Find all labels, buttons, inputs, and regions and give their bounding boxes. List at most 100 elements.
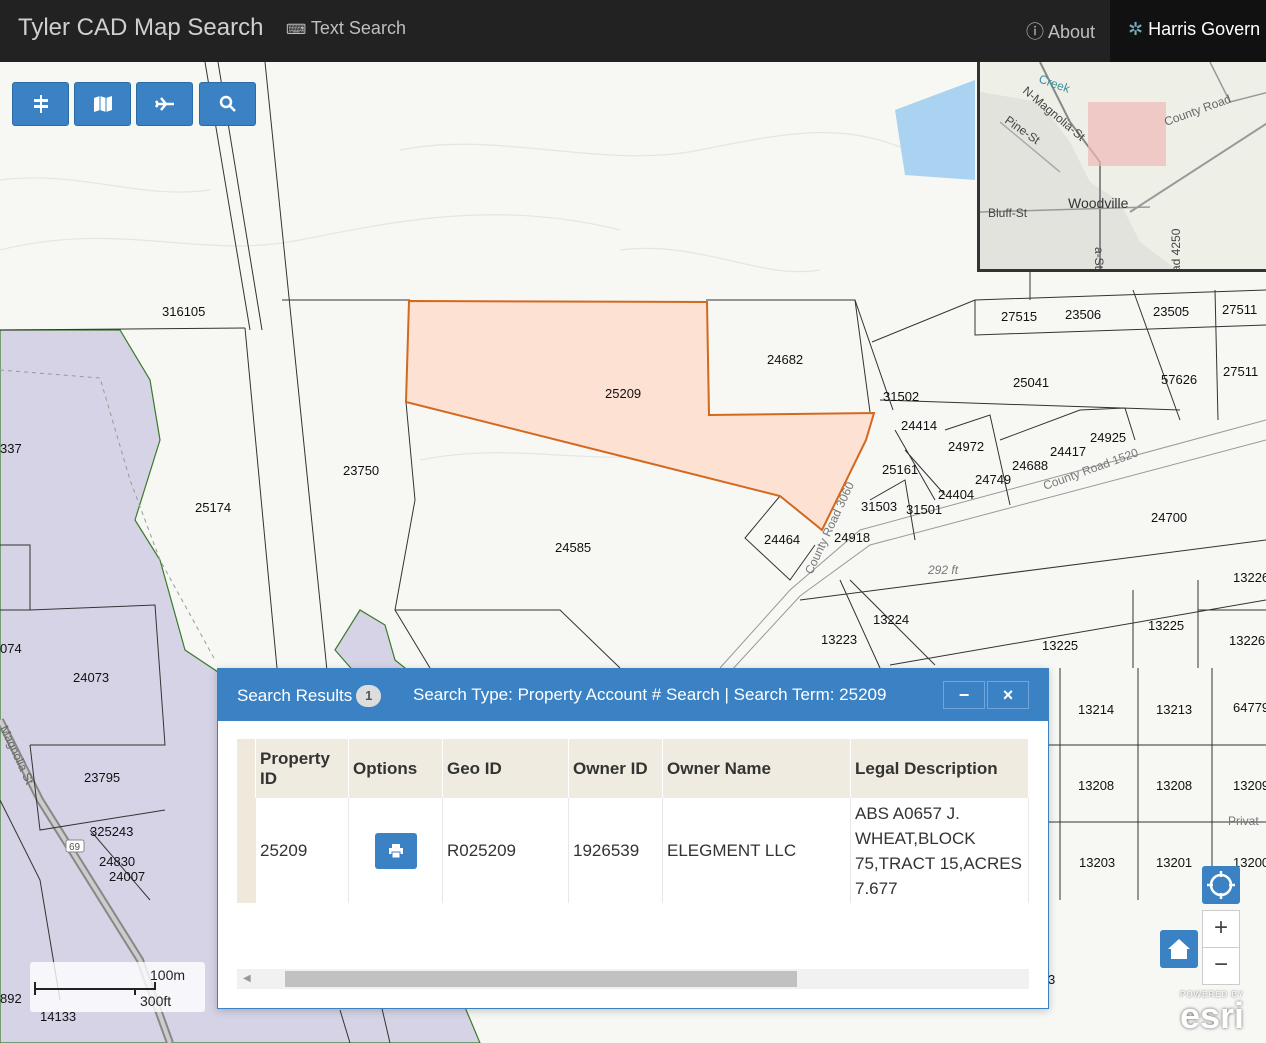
search-results-panel: Search Results 1 Search Type: Property Ac… — [217, 668, 1049, 1009]
zoom-in-button[interactable]: + — [1202, 910, 1240, 948]
results-title: Search Results 1 — [237, 685, 382, 707]
home-button[interactable] — [1160, 930, 1198, 968]
parcel-label: 24688 — [1012, 458, 1048, 473]
cell-geo-id: R025209 — [442, 798, 569, 903]
scale-bar: 100m 300ft — [30, 962, 205, 1012]
col-owner-name[interactable]: Owner Name — [662, 739, 851, 798]
esri-attribution: POWERED BY esri — [1180, 990, 1260, 1035]
parcel-label: 13214 — [1078, 702, 1114, 717]
parcel-label: 13201 — [1156, 855, 1192, 870]
overview-extent[interactable] — [1088, 102, 1166, 166]
overview-map[interactable]: Creek N-Magnolia-St Pine-St County Road … — [977, 62, 1266, 272]
parcel-label: 13223 — [821, 632, 857, 647]
horizontal-scrollbar[interactable]: ◀ — [237, 969, 1029, 989]
navbar: Tyler CAD Map Search ⌨ Text Search ⓘ Abo… — [0, 0, 1266, 62]
overview-label: a-St — [1092, 247, 1106, 270]
parcel-label: 3 — [1048, 972, 1055, 987]
table-row[interactable]: 25209 R025209 1926539 ELEGMENT LLC ABS A… — [237, 798, 1029, 903]
search-button[interactable] — [199, 82, 256, 126]
print-button[interactable] — [375, 832, 417, 869]
parcel-label: 25161 — [882, 462, 918, 477]
parcel-label: 27511 — [1222, 302, 1257, 317]
results-summary: Search Type: Property Account # Search |… — [413, 685, 887, 704]
cell-owner-name: ELEGMENT LLC — [662, 798, 851, 903]
parcel-label: 25041 — [1013, 375, 1049, 390]
search-icon — [219, 95, 236, 112]
parcel-label: 24464 — [764, 532, 800, 547]
parcel-label: 13213 — [1156, 702, 1192, 717]
parcel-label: 31501 — [906, 502, 942, 517]
col-owner-id[interactable]: Owner ID — [568, 739, 663, 798]
parcel-label: 25209 — [605, 386, 641, 401]
parcel-label: 24925 — [1090, 430, 1126, 445]
about-link[interactable]: ⓘ About — [1026, 18, 1095, 44]
parcel-label: 13225 — [1042, 638, 1078, 653]
org-label: Harris Govern — [1148, 19, 1261, 39]
layers-icon — [33, 95, 48, 113]
results-header: Search Results 1 Search Type: Property Ac… — [218, 669, 1048, 721]
parcel-label: 074 — [0, 641, 22, 656]
col-options[interactable]: Options — [348, 739, 443, 798]
parcel-label: 57626 — [1161, 372, 1197, 387]
overview-label: Woodville — [1068, 195, 1129, 211]
cell-options — [348, 798, 443, 903]
scale-metric: 100m — [150, 967, 186, 983]
parcel-label: 27515 — [1001, 309, 1037, 324]
cell-property-id: 25209 — [255, 798, 349, 903]
parcel-label: 24585 — [555, 540, 591, 555]
parcel-label: 24830 — [99, 854, 135, 869]
locate-button[interactable] — [1202, 866, 1240, 904]
col-legal-description[interactable]: Legal Description — [850, 739, 1029, 798]
parcel-label: 25174 — [195, 500, 231, 515]
parcel-label: 13208 — [1078, 778, 1114, 793]
parcel-label: 13203 — [1079, 855, 1115, 870]
crosshair-icon — [1207, 871, 1235, 899]
parcel-label: 24682 — [767, 352, 803, 367]
layers-button[interactable] — [12, 82, 69, 126]
col-property-id[interactable]: Property ID — [255, 739, 349, 798]
scroll-left-icon[interactable]: ◀ — [243, 973, 251, 984]
results-count-badge: 1 — [356, 685, 382, 707]
parcel-label: 24404 — [938, 487, 974, 502]
parcel-label: 23750 — [343, 463, 379, 478]
close-button[interactable]: × — [987, 681, 1029, 709]
parcel-label: 23505 — [1153, 304, 1189, 319]
overview-label: ad 4250 — [1169, 228, 1183, 272]
app-title[interactable]: Tyler CAD Map Search — [18, 14, 263, 42]
parcel-label: 24700 — [1151, 510, 1187, 525]
scrollbar-thumb[interactable] — [285, 971, 797, 987]
parcel-label: 13209 — [1233, 778, 1266, 793]
parcel-label: 337 — [0, 441, 22, 456]
basemap-button[interactable] — [74, 82, 131, 126]
parcel-label: 31503 — [861, 499, 897, 514]
print-icon — [389, 843, 403, 858]
esri-logo: esri — [1180, 995, 1245, 1036]
parcel-label: 892 — [0, 991, 22, 1006]
map-icon — [93, 96, 112, 112]
parcel-label: 23795 — [84, 770, 120, 785]
parcel-label: 24073 — [73, 670, 109, 685]
about-label: About — [1048, 22, 1096, 42]
results-table: Property ID Options Geo ID Owner ID Owne… — [237, 739, 1029, 903]
parcel-label: 24918 — [834, 530, 870, 545]
org-link[interactable]: ✲ Harris Govern — [1110, 0, 1266, 62]
parcel-label: 13224 — [873, 612, 909, 627]
org-logo-icon: ✲ — [1128, 19, 1144, 39]
text-search-link[interactable]: ⌨ Text Search — [286, 18, 406, 39]
flyto-button[interactable] — [136, 82, 193, 126]
parcel-label: 24417 — [1050, 444, 1086, 459]
parcel-label: 13226 — [1233, 570, 1266, 585]
keyboard-icon: ⌨ — [286, 21, 307, 37]
col-geo-id[interactable]: Geo ID — [442, 739, 569, 798]
plane-icon — [154, 97, 174, 111]
home-icon — [1168, 939, 1190, 959]
cell-legal-description: ABS A0657 J. WHEAT,BLOCK 75,TRACT 15,ACR… — [850, 798, 1029, 903]
zoom-out-button[interactable]: − — [1202, 947, 1240, 985]
parcel-label: 24414 — [901, 418, 937, 433]
parcel-label: 31502 — [883, 389, 919, 404]
minimize-button[interactable]: − — [943, 681, 985, 709]
overview-label: Bluff-St — [988, 206, 1028, 220]
parcel-label: 64779 — [1233, 700, 1266, 715]
parcel-label: 23506 — [1065, 307, 1101, 322]
scale-imperial: 300ft — [140, 993, 172, 1009]
